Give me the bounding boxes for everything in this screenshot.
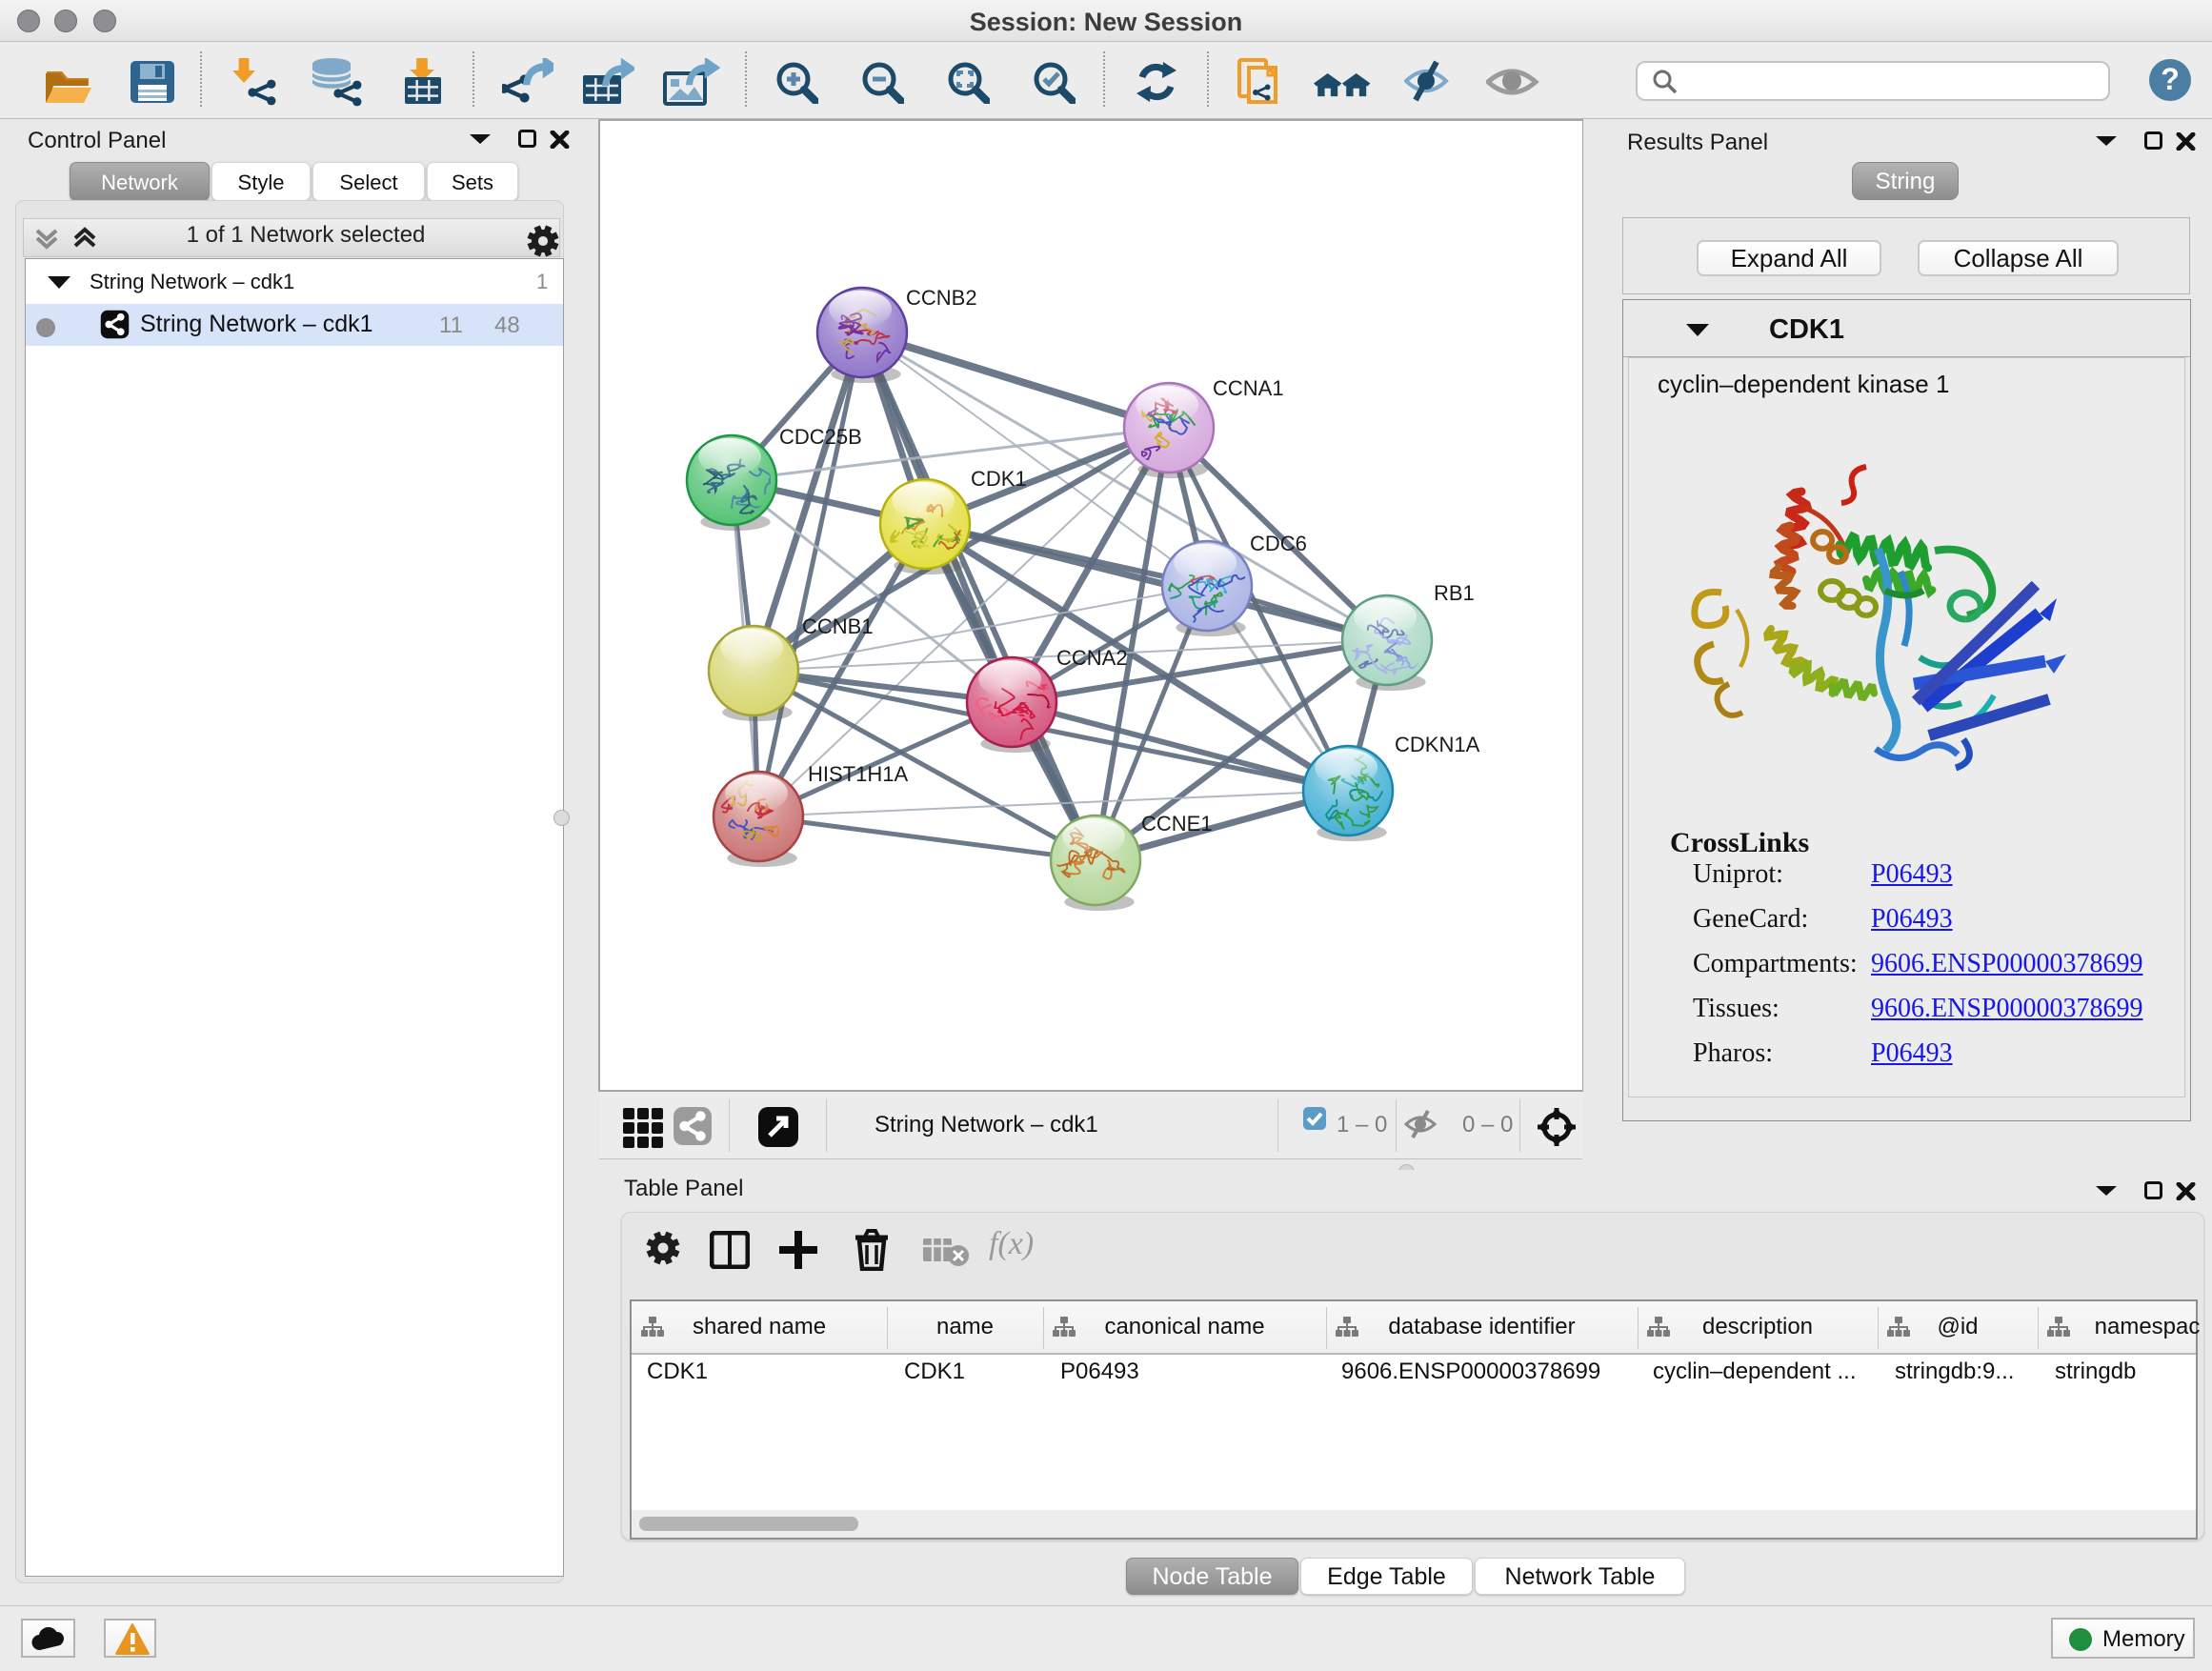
svg-text:CDC25B: CDC25B [779,425,862,449]
svg-text:CDC6: CDC6 [1250,532,1307,555]
svg-text:CDK1: CDK1 [971,467,1027,491]
svg-text:CCNA1: CCNA1 [1213,376,1284,400]
svg-text:HIST1H1A: HIST1H1A [808,762,908,786]
svg-text:CCNE1: CCNE1 [1141,812,1213,836]
svg-text:CCNB2: CCNB2 [906,286,977,310]
svg-text:?: ? [2161,62,2180,96]
svg-text:CCNB1: CCNB1 [802,614,874,638]
svg-text:CCNA2: CCNA2 [1056,646,1128,670]
svg-text:CDKN1A: CDKN1A [1395,733,1480,756]
svg-text:RB1: RB1 [1434,581,1475,605]
